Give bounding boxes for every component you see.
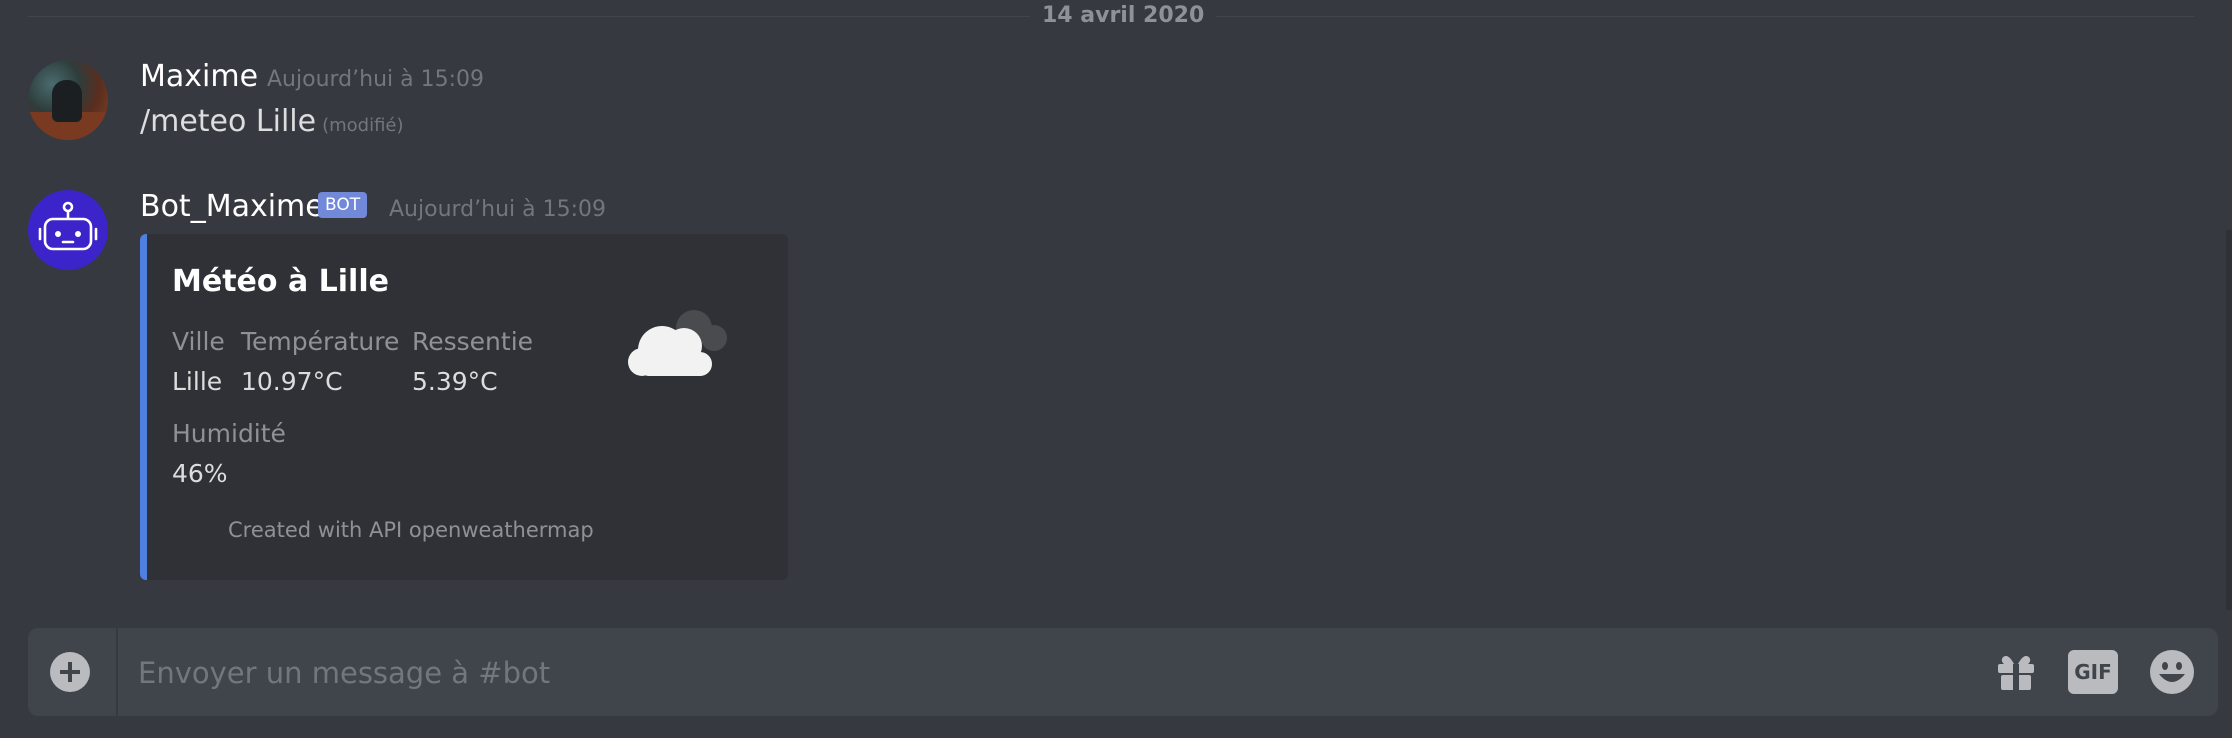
embed-field-name: Ressentie (412, 327, 534, 356)
emoji-icon (2150, 650, 2194, 694)
embed-field-ressentie: Ressentie 5.39°C (412, 326, 533, 398)
embed-field-value: 46% (172, 459, 228, 488)
message-author-bot[interactable]: Bot_Maxime (140, 189, 324, 225)
embed-accent-bar (140, 234, 147, 580)
embed-field-humidite: Humidité 46% (172, 418, 286, 490)
message-text: /meteo Lille (140, 104, 317, 139)
message-content: /meteo Lille (modifié) (140, 104, 404, 144)
gif-label: GIF (2068, 650, 2118, 694)
message-author-maxime[interactable]: Maxime (140, 59, 258, 95)
cloud-icon[interactable] (612, 298, 742, 384)
robot-icon (38, 201, 98, 251)
attach-button[interactable] (50, 652, 90, 692)
embed-field-name: Température (241, 327, 400, 356)
message-timestamp[interactable]: Aujourd’hui à 15:09 (267, 66, 484, 94)
embed-title: Météo à Lille (172, 264, 389, 299)
embed-field-name: Humidité (172, 419, 286, 448)
avatar-maxime[interactable] (28, 60, 108, 140)
embed-field-ville: Ville Lille (172, 326, 225, 398)
message-input[interactable] (136, 628, 1990, 718)
embed-field-value: 5.39°C (412, 367, 498, 396)
weather-embed: Météo à Lille Ville Lille Température 10… (140, 234, 788, 580)
embed-field-name: Ville (172, 327, 225, 356)
avatar-bot[interactable] (28, 190, 108, 270)
embed-field-temperature: Température 10.97°C (241, 326, 399, 398)
embed-footer: Created with API openweathermap (228, 518, 594, 542)
gif-button[interactable]: GIF (2068, 650, 2118, 694)
composer-separator (116, 628, 118, 716)
embed-field-value: Lille (172, 367, 223, 396)
gift-button[interactable] (1992, 648, 2040, 696)
date-divider-label: 14 avril 2020 (1030, 2, 1217, 30)
message-timestamp[interactable]: Aujourd’hui à 15:09 (389, 196, 606, 224)
gift-icon (1998, 656, 2034, 690)
bot-badge: BOT (318, 192, 368, 218)
emoji-button[interactable] (2148, 648, 2196, 696)
plus-circle-icon (60, 662, 80, 682)
edited-indicator: (modifié) (322, 115, 404, 136)
embed-field-value: 10.97°C (241, 367, 343, 396)
scrollbar[interactable] (2226, 230, 2232, 610)
message-composer: GIF (28, 628, 2218, 718)
